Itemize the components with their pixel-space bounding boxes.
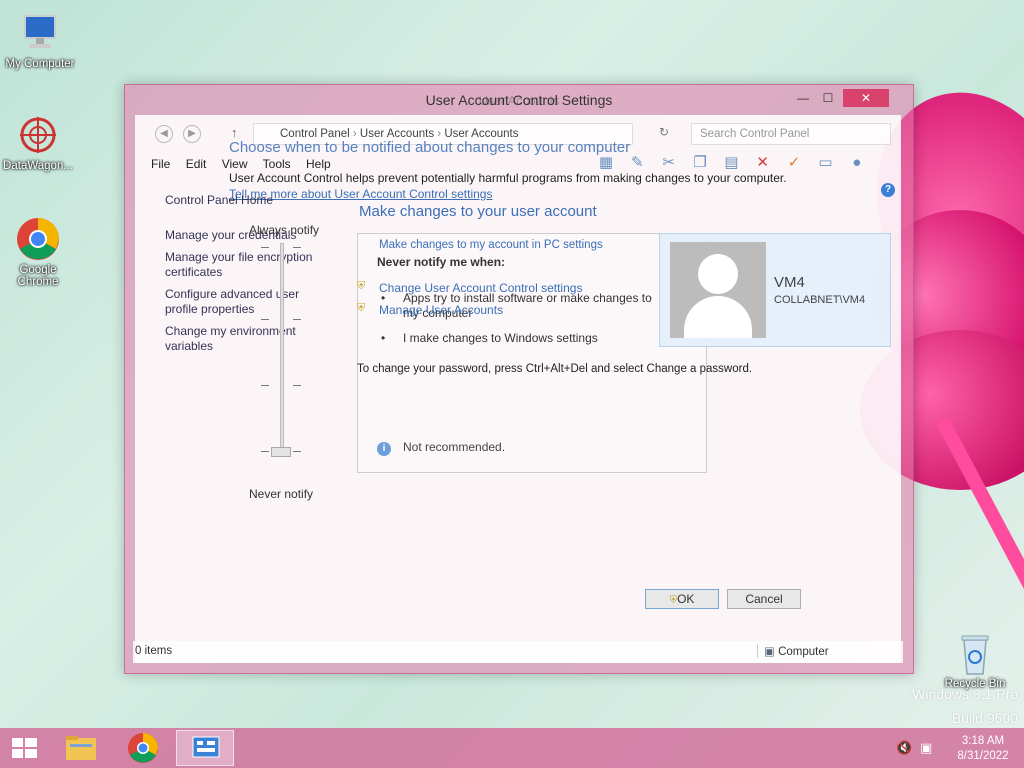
item-count: 0 items	[135, 645, 173, 657]
user-card: VM4 COLLABNET\VM4	[659, 233, 891, 347]
slider-tick	[261, 385, 269, 386]
start-button[interactable]	[0, 730, 50, 766]
build-watermark: Build 9600	[951, 710, 1018, 726]
up-arrow-icon[interactable]: ↑	[231, 125, 238, 140]
level-title: Never notify me when:	[377, 255, 506, 269]
shield-icon: ⛨	[669, 595, 678, 606]
nav-advanced-profile[interactable]: Configure advanced user profile properti…	[165, 287, 335, 317]
password-note: To change your password, press Ctrl+Alt+…	[357, 363, 753, 375]
window-client-area: ◀ ▶ ↑ Control Panel › User Accounts › Us…	[133, 115, 903, 663]
bullet-dot: •	[381, 331, 386, 345]
desktop-icon-datawagon[interactable]: DataWagon...	[0, 112, 78, 172]
copy-icon[interactable]: ❐	[689, 153, 711, 173]
chrome-icon	[15, 216, 61, 262]
help-icon[interactable]: ?	[881, 183, 895, 197]
globe-icon[interactable]: ●	[846, 153, 868, 173]
slider-tick	[293, 451, 301, 452]
windows-logo-icon	[12, 738, 37, 758]
desktop-icon-recycle-bin[interactable]: Recycle Bin	[935, 630, 1015, 690]
desktop-icon-my-computer[interactable]: My Computer	[0, 10, 80, 70]
user-domain: COLLABNET\VM4	[774, 294, 866, 306]
refresh-icon[interactable]: ↻	[659, 125, 669, 139]
search-input[interactable]: Search Control Panel	[691, 123, 891, 145]
windows-watermark: Windows 8.1 Pro	[912, 686, 1018, 702]
manage-accounts-link[interactable]: Manage User Accounts	[379, 303, 503, 317]
taskbar-file-explorer[interactable]	[56, 730, 106, 766]
menu-edit[interactable]: Edit	[186, 157, 207, 171]
nav-file-encryption[interactable]: Manage your file encryption certificates	[165, 250, 335, 280]
slider-tick	[293, 319, 301, 320]
properties-icon[interactable]: ▭	[814, 153, 836, 173]
organize-icon[interactable]: ✎	[626, 153, 648, 173]
uac-slider-track[interactable]	[280, 243, 284, 453]
shield-icon: ⛨	[357, 280, 366, 292]
uac-subtitle: User Account Control helps prevent poten…	[229, 171, 787, 185]
uac-description-box	[357, 233, 707, 473]
control-panel-icon	[192, 736, 220, 758]
chrome-icon	[128, 733, 158, 763]
menu-file[interactable]: File	[151, 157, 170, 171]
slider-tick	[261, 451, 269, 452]
checkmark-icon[interactable]: ✓	[783, 153, 805, 173]
clock-time: 3:18 AM	[961, 735, 1005, 747]
paste-icon[interactable]: ▤	[720, 153, 742, 173]
menu-tools[interactable]: Tools	[263, 157, 291, 171]
close-button[interactable]: ✕	[843, 89, 889, 107]
network-icon[interactable]: ▣	[920, 740, 932, 756]
recommendation-text: Not recommended.	[403, 440, 506, 454]
taskbar-control-panel[interactable]	[176, 730, 234, 766]
account-heading: Make changes to your user account	[359, 203, 597, 220]
datawagon-icon	[15, 112, 61, 158]
volume-muted-icon[interactable]: 🔇	[896, 740, 912, 756]
desktop-icon-label: My Computer	[5, 58, 75, 70]
status-bar: 0 items ▣ Computer	[133, 641, 903, 663]
slider-tick	[293, 385, 301, 386]
recycle-bin-icon	[952, 630, 998, 676]
forward-button[interactable]: ▶	[183, 125, 201, 143]
slider-top-label: Always notify	[249, 223, 320, 237]
taskbar-chrome[interactable]	[118, 730, 168, 766]
computer-icon	[17, 10, 63, 56]
user-name: VM4	[774, 274, 805, 291]
desktop-icon-chrome[interactable]: Google Chrome	[0, 216, 78, 288]
uac-slider-thumb[interactable]	[271, 447, 291, 457]
clock-date: 8/31/2022	[957, 750, 1009, 762]
slider-tick	[261, 319, 269, 320]
cut-icon[interactable]: ✂	[658, 153, 680, 173]
status-location: ▣ Computer	[757, 644, 887, 658]
desktop-icon-label: Google Chrome	[17, 264, 59, 288]
slider-bottom-label: Never notify	[249, 487, 314, 501]
maximize-button[interactable]: ☐	[815, 89, 841, 107]
taskbar: 🔇 ▣ 3:18 AM 8/31/2022	[0, 728, 1024, 768]
window-titlebar[interactable]: User Accounts User Account Control Setti…	[125, 85, 913, 115]
menu-help[interactable]: Help	[306, 157, 331, 171]
avatar	[670, 242, 766, 338]
ok-button[interactable]: ⛨OK	[645, 589, 719, 609]
info-icon: i	[377, 442, 391, 456]
slider-tick	[293, 247, 301, 248]
uac-settings-window: User Accounts User Account Control Setti…	[124, 84, 914, 674]
nav-control-panel-home[interactable]: Control Panel Home	[165, 193, 335, 208]
left-nav: Control Panel Home Manage your credentia…	[165, 193, 335, 361]
back-button[interactable]: ◀	[155, 125, 173, 143]
nav-environment-variables[interactable]: Change my environment variables	[165, 324, 335, 354]
views-icon[interactable]: ▦	[595, 153, 617, 173]
pc-settings-link[interactable]: Make changes to my account in PC setting…	[379, 239, 603, 251]
uac-heading: Choose when to be notified about changes…	[229, 139, 631, 156]
computer-icon: ▣	[764, 646, 779, 658]
recommendation-info: i Not recommended.	[377, 440, 505, 456]
slider-tick	[261, 247, 269, 248]
folder-icon	[66, 736, 96, 760]
menu-view[interactable]: View	[222, 157, 248, 171]
desktop-icon-label: DataWagon...	[3, 160, 73, 172]
level-bullet: I make changes to Windows settings	[403, 331, 598, 345]
menu-bar: File Edit View Tools Help	[151, 157, 343, 171]
clock[interactable]: 3:18 AM 8/31/2022	[948, 734, 1018, 764]
shield-icon: ⛨	[357, 302, 366, 314]
delete-icon[interactable]: ✕	[752, 153, 774, 173]
cancel-button[interactable]: Cancel	[727, 589, 801, 609]
minimize-button[interactable]: —	[791, 89, 815, 107]
